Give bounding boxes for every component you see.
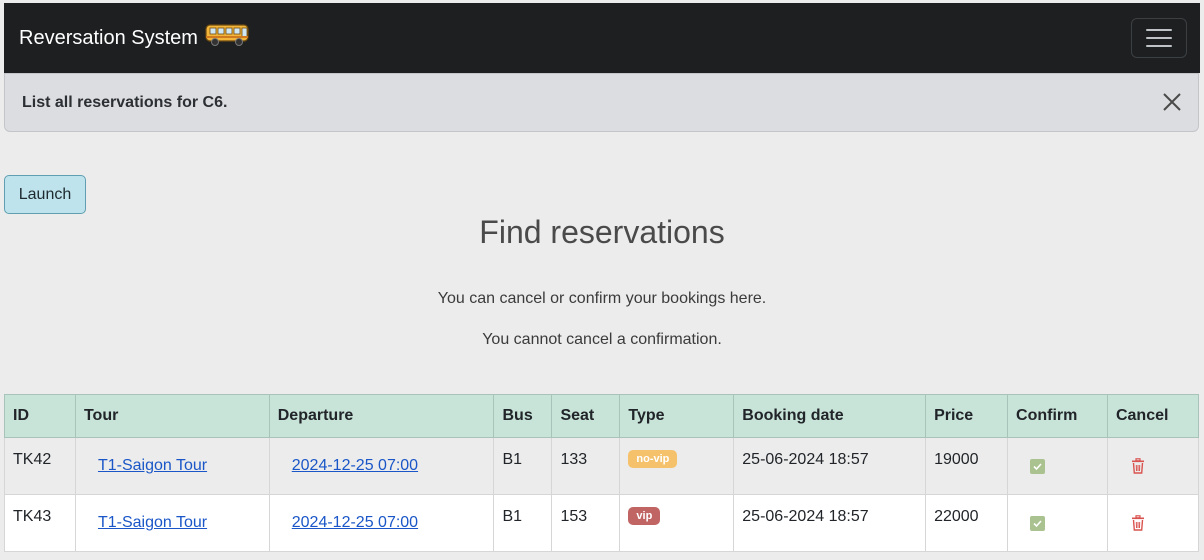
price-value: 19000 (934, 451, 979, 468)
trash-icon[interactable] (1131, 515, 1145, 536)
reservation-id: TK42 (13, 451, 52, 468)
header-price: Price (925, 394, 1009, 438)
navbar: Reversation System (4, 3, 1200, 73)
confirm-checkbox-icon[interactable] (1030, 516, 1046, 531)
menu-bar-2 (1146, 37, 1172, 39)
cell-tour: T1-Saigon Tour (74, 437, 270, 495)
launch-button[interactable]: Launch (4, 175, 86, 214)
bus-icon (205, 23, 251, 53)
header-seat: Seat (551, 394, 621, 438)
cell-booking-date: 25-06-2024 18:57 (733, 437, 927, 495)
tour-link[interactable]: T1-Saigon Tour (84, 495, 207, 532)
departure-link[interactable]: 2024-12-25 07:00 (278, 438, 418, 475)
confirm-checkbox-icon[interactable] (1030, 459, 1046, 474)
booking-date-value: 25-06-2024 18:57 (742, 451, 869, 468)
cell-price: 19000 (925, 437, 1009, 495)
cell-seat: 133 (551, 437, 621, 495)
seat-value: 133 (560, 451, 588, 468)
info-text-2: You cannot cancel a confirmation. (482, 331, 722, 348)
header-confirm: Confirm (1007, 394, 1108, 438)
cell-id: TK43 (4, 494, 76, 552)
bus-value: B1 (502, 451, 523, 468)
cell-confirm (1007, 437, 1108, 495)
hamburger-menu-icon[interactable] (1131, 18, 1187, 58)
seat-value: 153 (560, 508, 588, 525)
brand[interactable]: Reversation System (19, 23, 251, 53)
cell-type: vip (619, 494, 735, 552)
header-bus: Bus (493, 394, 553, 438)
type-badge: no-vip (628, 450, 678, 468)
cell-departure: 2024-12-25 07:00 (268, 437, 495, 495)
page-title: Find reservations (479, 214, 725, 250)
cell-seat: 153 (551, 494, 621, 552)
menu-bar-3 (1146, 45, 1172, 47)
departure-link[interactable]: 2024-12-25 07:00 (278, 495, 418, 532)
cell-bus: B1 (493, 494, 553, 552)
cell-bus: B1 (493, 437, 553, 495)
menu-bar-1 (1146, 29, 1172, 31)
header-type: Type (619, 394, 735, 438)
header-departure: Departure (268, 394, 495, 438)
header-booking-date: Booking date (733, 394, 927, 438)
reservation-id: TK43 (13, 508, 52, 525)
alert-banner: List all reservations for C6. (4, 73, 1199, 132)
price-value: 22000 (934, 508, 979, 525)
reservations-table: ID Tour Departure Bus Seat Type Booking … (4, 394, 1200, 552)
table-row: TK43 T1-Saigon Tour 2024-12-25 07:00 B1 … (4, 494, 1200, 552)
cell-departure: 2024-12-25 07:00 (268, 494, 495, 552)
header-cancel: Cancel (1106, 394, 1200, 438)
brand-title[interactable]: Reversation System (19, 27, 198, 50)
cell-confirm (1007, 494, 1108, 552)
bus-value: B1 (502, 508, 523, 525)
cell-type: no-vip (619, 437, 735, 495)
table-header-row: ID Tour Departure Bus Seat Type Booking … (4, 394, 1200, 438)
booking-date-value: 25-06-2024 18:57 (742, 508, 869, 525)
alert-message: List all reservations for C6. (22, 93, 228, 111)
table-row: TK42 T1-Saigon Tour 2024-12-25 07:00 B1 … (4, 437, 1200, 495)
cell-cancel (1106, 494, 1200, 552)
header-id: ID (4, 394, 76, 438)
close-icon[interactable] (1162, 92, 1182, 112)
cell-price: 22000 (925, 494, 1009, 552)
cell-booking-date: 25-06-2024 18:57 (733, 494, 927, 552)
cell-id: TK42 (4, 437, 76, 495)
info-text-1: You can cancel or confirm your bookings … (437, 290, 767, 307)
cell-tour: T1-Saigon Tour (74, 494, 270, 552)
tour-link[interactable]: T1-Saigon Tour (84, 438, 207, 475)
trash-icon[interactable] (1131, 458, 1145, 479)
type-badge: vip (628, 507, 661, 525)
cell-cancel (1106, 437, 1200, 495)
header-tour: Tour (74, 394, 270, 438)
